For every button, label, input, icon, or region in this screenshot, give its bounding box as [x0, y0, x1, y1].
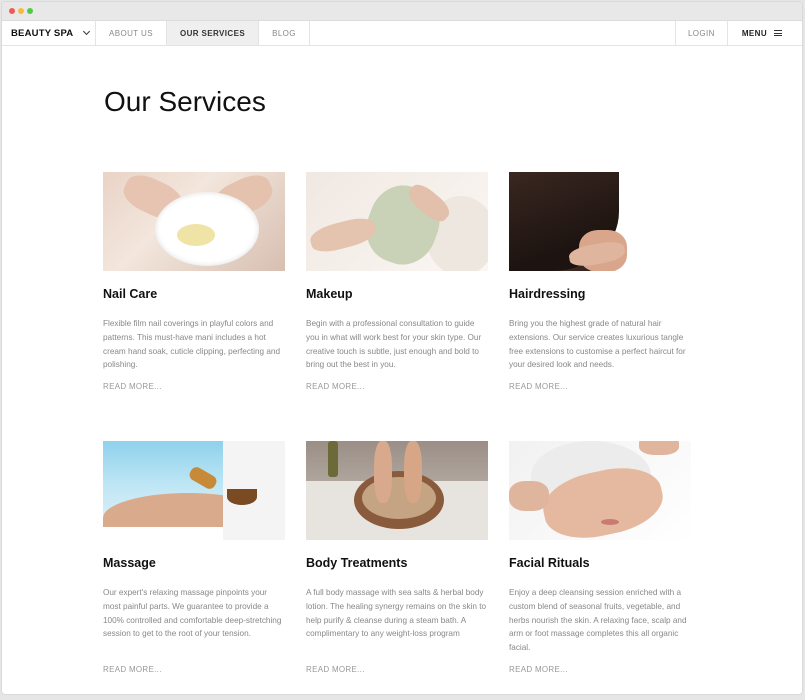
page-title: Our Services	[104, 86, 266, 117]
service-card-massage: Massage Our expert's relaxing massage pi…	[103, 441, 285, 674]
nav-item-our-services[interactable]: OUR SERVICES	[166, 21, 260, 45]
service-description: Enjoy a deep cleansing session enriched …	[509, 588, 687, 653]
service-title: Makeup	[306, 287, 353, 301]
brand-dropdown[interactable]: BEAUTY SPA	[2, 21, 96, 45]
hairdressing-image	[509, 172, 691, 271]
facial-rituals-image	[509, 441, 691, 540]
body-treatments-image	[306, 441, 488, 540]
service-title: Body Treatments	[306, 556, 408, 570]
service-description: A full body massage with sea salts & her…	[306, 588, 487, 639]
chevron-down-icon	[83, 27, 91, 36]
nav-item-about-us[interactable]: ABOUT US	[96, 21, 167, 45]
read-more-link[interactable]: READ MORE...	[306, 665, 488, 674]
read-more-link[interactable]: READ MORE...	[509, 665, 691, 674]
browser-window: BEAUTY SPA ABOUT US OUR SERVICES BLOG LO…	[1, 1, 803, 695]
brand-label: BEAUTY SPA	[11, 27, 74, 39]
service-title: Nail Care	[103, 287, 158, 301]
read-more-link[interactable]: READ MORE...	[103, 665, 285, 674]
read-more-link[interactable]: READ MORE...	[306, 382, 488, 391]
service-title: Hairdressing	[509, 287, 586, 301]
read-more-link[interactable]: READ MORE...	[509, 382, 691, 391]
menu-label: MENU	[741, 28, 767, 38]
hamburger-icon	[774, 30, 782, 37]
top-navbar: BEAUTY SPA ABOUT US OUR SERVICES BLOG LO…	[2, 21, 802, 46]
window-titlebar	[2, 2, 802, 21]
nail-care-image	[103, 172, 285, 271]
service-description: Flexible film nail coverings in playful …	[103, 319, 281, 370]
massage-image	[103, 441, 285, 540]
maximize-window-icon[interactable]	[27, 8, 33, 14]
close-window-icon[interactable]	[9, 8, 15, 14]
login-link[interactable]: LOGIN	[674, 21, 727, 45]
minimize-window-icon[interactable]	[18, 8, 24, 14]
nav-item-blog[interactable]: BLOG	[259, 21, 310, 45]
menu-button[interactable]: MENU	[726, 21, 802, 45]
service-description: Begin with a professional consultation t…	[306, 319, 482, 370]
read-more-link[interactable]: READ MORE...	[103, 382, 285, 391]
makeup-image	[306, 172, 488, 271]
service-card-makeup: Makeup Begin with a professional consult…	[306, 172, 488, 391]
service-card-nail-care: Nail Care Flexible film nail coverings i…	[103, 172, 285, 391]
service-card-hairdressing: Hairdressing Bring you the highest grade…	[509, 172, 691, 391]
service-title: Massage	[103, 556, 156, 570]
service-title: Facial Rituals	[509, 556, 590, 570]
service-description: Our expert's relaxing massage pinpoints …	[103, 588, 282, 639]
service-description: Bring you the highest grade of natural h…	[509, 319, 686, 370]
service-card-body-treatments: Body Treatments A full body massage with…	[306, 441, 488, 674]
service-card-facial-rituals: Facial Rituals Enjoy a deep cleansing se…	[509, 441, 691, 674]
